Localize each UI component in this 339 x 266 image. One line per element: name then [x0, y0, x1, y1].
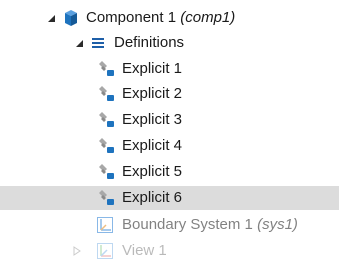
definitions-list-icon — [89, 34, 107, 52]
explicit-selection-icon — [97, 189, 115, 207]
expand-arrow-icon[interactable] — [46, 13, 56, 23]
explicit-selection-icon — [97, 137, 115, 155]
explicit-label: Explicit 6 — [122, 189, 183, 206]
collapsed-arrow-icon[interactable] — [72, 246, 82, 256]
definitions-label: Definitions — [114, 34, 185, 51]
tree-node-view[interactable]: View 1 — [0, 239, 339, 263]
component-cube-icon — [62, 9, 80, 27]
tree-node-explicit-3[interactable]: Explicit 3 — [0, 108, 339, 132]
tree-node-explicit-4[interactable]: Explicit 4 — [0, 134, 339, 158]
explicit-selection-icon — [97, 163, 115, 181]
tree-node-component[interactable]: Component 1 (comp1) — [0, 6, 339, 30]
explicit-selection-icon — [97, 111, 115, 129]
expand-arrow-icon[interactable] — [74, 38, 84, 48]
explicit-selection-icon — [97, 60, 115, 78]
tree-node-explicit-6[interactable]: Explicit 6 — [0, 186, 339, 210]
explicit-label: Explicit 5 — [122, 163, 183, 180]
tree-node-explicit-2[interactable]: Explicit 2 — [0, 82, 339, 106]
boundary-system-label: Boundary System 1 — [122, 216, 253, 233]
view-icon — [96, 242, 114, 260]
view-label: View 1 — [122, 242, 167, 259]
explicit-label: Explicit 2 — [122, 85, 183, 102]
explicit-selection-icon — [97, 85, 115, 103]
tree-node-definitions[interactable]: Definitions — [0, 31, 339, 55]
component-label: Component 1 — [86, 9, 177, 26]
explicit-label: Explicit 4 — [122, 137, 183, 154]
explicit-label: Explicit 3 — [122, 111, 183, 128]
component-tag: (comp1) — [180, 9, 236, 26]
tree-node-explicit-5[interactable]: Explicit 5 — [0, 160, 339, 184]
boundary-system-icon — [96, 216, 114, 234]
explicit-label: Explicit 1 — [122, 60, 183, 77]
tree-node-boundary-system[interactable]: Boundary System 1 (sys1) — [0, 213, 339, 237]
tree-node-explicit-1[interactable]: Explicit 1 — [0, 57, 339, 81]
model-tree: Component 1 (comp1) Definitions Explicit… — [0, 0, 339, 266]
boundary-system-tag: (sys1) — [257, 216, 298, 233]
